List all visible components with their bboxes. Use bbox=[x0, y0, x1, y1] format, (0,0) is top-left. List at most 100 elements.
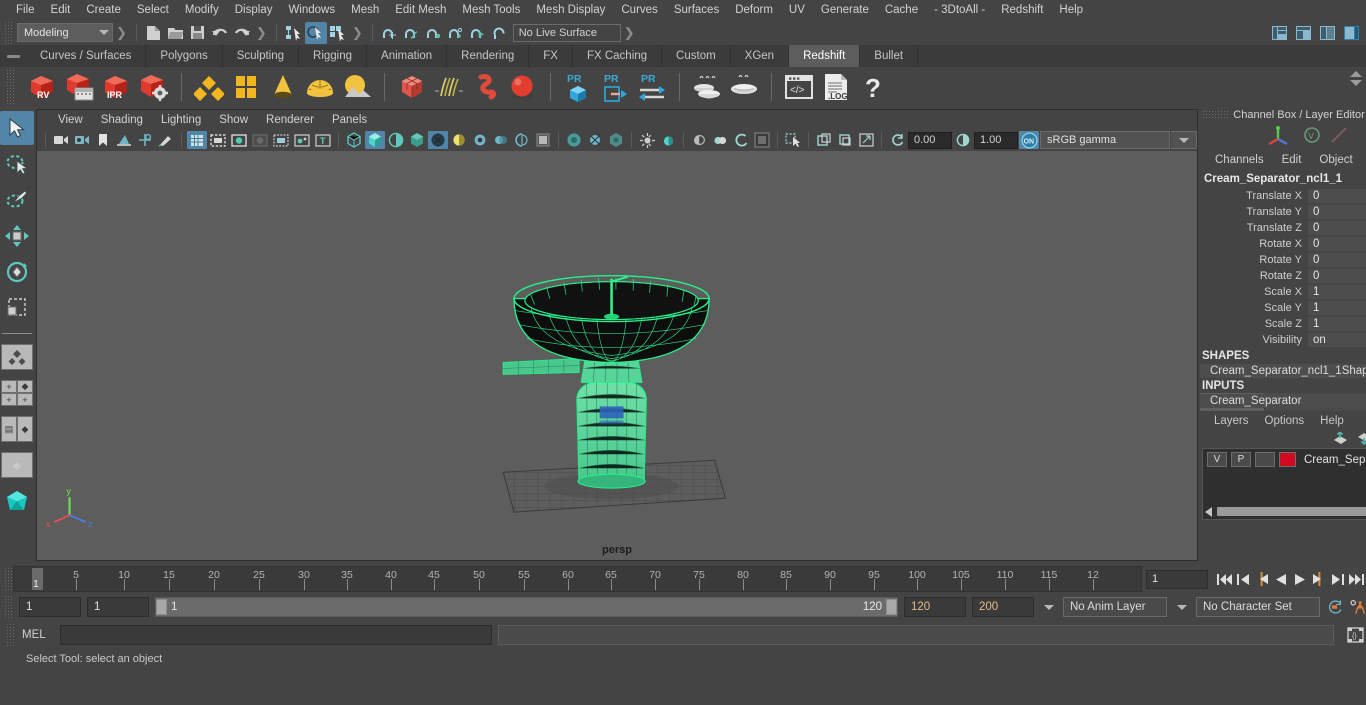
channel-row-translate-y[interactable]: Translate Y 0 bbox=[1200, 204, 1366, 220]
redshift-proxy-icon[interactable] bbox=[395, 70, 429, 104]
range-slider-right-handle[interactable] bbox=[886, 599, 897, 615]
smooth-shade-icon[interactable] bbox=[365, 131, 385, 149]
color-management-toggle-icon[interactable]: ON bbox=[1019, 131, 1039, 149]
select-by-object-icon[interactable] bbox=[304, 21, 327, 44]
channel-row-translate-x[interactable]: Translate X 0 bbox=[1200, 188, 1366, 204]
layer-name-label[interactable]: Cream_Separator bbox=[1300, 454, 1366, 466]
layer-menu-layers[interactable]: Layers bbox=[1206, 415, 1257, 427]
redshift-render-settings-icon[interactable] bbox=[137, 70, 171, 104]
resolution-gate-icon[interactable] bbox=[229, 131, 249, 149]
shadows-icon[interactable] bbox=[449, 131, 469, 149]
range-bar-grip[interactable] bbox=[4, 596, 13, 618]
camera-attributes-icon[interactable] bbox=[72, 131, 92, 149]
layer-color-swatch[interactable] bbox=[1279, 452, 1296, 467]
step-back-frame-icon[interactable] bbox=[1233, 569, 1252, 589]
current-frame-field[interactable]: 1 bbox=[1146, 569, 1208, 589]
redshift-help-icon[interactable]: ? bbox=[856, 70, 890, 104]
layer-list-horizontal-scrollbar[interactable] bbox=[1205, 506, 1366, 517]
viewport-menu-shading[interactable]: Shading bbox=[92, 114, 152, 126]
snap-to-grid-icon[interactable] bbox=[379, 22, 401, 44]
redshift-light-cone-icon[interactable] bbox=[266, 70, 300, 104]
viewport-menu-panels[interactable]: Panels bbox=[323, 114, 376, 126]
motion-blur-icon[interactable] bbox=[491, 131, 511, 149]
bookmark-icon[interactable] bbox=[93, 131, 113, 149]
wireframe-icon[interactable] bbox=[344, 131, 364, 149]
redshift-volume-icon[interactable] bbox=[469, 70, 503, 104]
channel-value-field[interactable]: 1 bbox=[1308, 300, 1366, 316]
redshift-ipr-icon[interactable]: IPR bbox=[100, 70, 134, 104]
menu-set-selector[interactable]: Modeling bbox=[17, 23, 113, 42]
menu-deform[interactable]: Deform bbox=[727, 0, 781, 20]
channel-menu-edit[interactable]: Edit bbox=[1273, 154, 1311, 166]
grid-icon[interactable] bbox=[187, 131, 207, 149]
shelf-tab-sculpting[interactable]: Sculpting bbox=[222, 45, 300, 67]
update-snapshot-icon[interactable] bbox=[835, 131, 855, 149]
time-slider[interactable]: 1 5 10 15 20 25 30 35 40 45 50 55 60 65 … bbox=[13, 566, 1142, 592]
shelf-scroll-arrows[interactable] bbox=[1350, 71, 1362, 86]
film-gate-icon[interactable] bbox=[208, 131, 228, 149]
channel-value-field[interactable]: 1 bbox=[1308, 284, 1366, 300]
layer-playback-toggle[interactable]: P bbox=[1231, 452, 1251, 467]
redo-icon[interactable] bbox=[231, 22, 253, 44]
viewport-menu-renderer[interactable]: Renderer bbox=[257, 114, 323, 126]
shadow-pass-icon[interactable] bbox=[689, 131, 709, 149]
auto-key-icon[interactable] bbox=[1326, 597, 1343, 617]
playback-end-time-field[interactable]: 120 bbox=[904, 597, 966, 617]
select-camera-icon[interactable] bbox=[51, 131, 71, 149]
redshift-hair-icon[interactable] bbox=[432, 70, 466, 104]
redshift-pr-object-icon[interactable]: PR bbox=[561, 70, 595, 104]
select-by-hierarchy-icon[interactable] bbox=[283, 22, 305, 44]
single-perspective-layout[interactable] bbox=[0, 340, 34, 374]
go-to-end-icon[interactable] bbox=[1347, 569, 1366, 589]
menu-cache[interactable]: Cache bbox=[877, 0, 926, 20]
scrollbar-thumb[interactable] bbox=[1217, 507, 1366, 516]
layer-menu-help[interactable]: Help bbox=[1312, 415, 1352, 427]
layer-menu-options[interactable]: Options bbox=[1257, 415, 1313, 427]
animation-preferences-icon[interactable] bbox=[1349, 597, 1366, 617]
command-line-grip[interactable] bbox=[6, 624, 15, 646]
move-tool[interactable] bbox=[0, 219, 34, 253]
live-surface-field[interactable]: No Live Surface bbox=[512, 23, 621, 42]
shelf-tab-fx-caching[interactable]: FX Caching bbox=[572, 45, 663, 67]
image-plane-icon[interactable] bbox=[114, 131, 134, 149]
channel-value-field[interactable]: 0 bbox=[1308, 252, 1366, 268]
lighting-settings-icon[interactable] bbox=[637, 131, 657, 149]
script-editor-icon[interactable]: {} bbox=[1344, 624, 1366, 646]
menu-edit-mesh[interactable]: Edit Mesh bbox=[387, 0, 454, 20]
menu-mesh[interactable]: Mesh bbox=[343, 0, 387, 20]
menu-redshift[interactable]: Redshift bbox=[993, 0, 1051, 20]
anim-layer-dropdown-icon[interactable] bbox=[1040, 597, 1057, 617]
playback-start-time-field[interactable]: 1 bbox=[87, 597, 149, 617]
film-origin-icon[interactable] bbox=[271, 131, 291, 149]
isolate-select-icon[interactable] bbox=[533, 131, 553, 149]
redshift-render-view-icon[interactable]: RV bbox=[26, 70, 60, 104]
status-section-collapse-3[interactable]: ❯ bbox=[349, 25, 366, 41]
new-scene-icon[interactable] bbox=[143, 22, 165, 44]
redshift-sphere-icon[interactable] bbox=[506, 70, 540, 104]
character-set-dropdown-icon[interactable] bbox=[1173, 597, 1190, 617]
grease-pencil-icon[interactable] bbox=[156, 131, 176, 149]
textured-icon[interactable] bbox=[407, 131, 427, 149]
menu-curves[interactable]: Curves bbox=[613, 0, 665, 20]
viewport-menu-view[interactable]: View bbox=[49, 114, 92, 126]
rotate-tool[interactable] bbox=[0, 255, 34, 289]
select-by-component-icon[interactable] bbox=[327, 22, 349, 44]
menu-generate[interactable]: Generate bbox=[813, 0, 877, 20]
shelf-tab-rigging[interactable]: Rigging bbox=[299, 45, 368, 67]
shelf-scroll-up-icon[interactable] bbox=[1350, 71, 1362, 77]
animation-start-time-field[interactable]: 1 bbox=[19, 597, 81, 617]
gate-mask-toggle-icon[interactable] bbox=[752, 131, 772, 149]
outliner-persp-layout[interactable]: ▤ ◆ bbox=[0, 412, 34, 446]
viewport-canvas[interactable]: y z x persp bbox=[37, 151, 1197, 560]
scale-tool[interactable] bbox=[0, 291, 34, 325]
hud-text-icon[interactable]: T bbox=[313, 131, 333, 149]
redshift-bake-set-icon[interactable] bbox=[727, 70, 761, 104]
move-layer-up-icon[interactable] bbox=[1333, 432, 1348, 445]
redshift-render-sequence-icon[interactable] bbox=[63, 70, 97, 104]
range-slider[interactable]: 1 120 bbox=[155, 597, 898, 617]
viewport-menu-show[interactable]: Show bbox=[210, 114, 257, 126]
redshift-log-icon[interactable]: .LOG bbox=[819, 70, 853, 104]
viewport-select-region-icon[interactable] bbox=[783, 131, 803, 149]
snap-to-view-plane-icon[interactable] bbox=[467, 22, 489, 44]
shelf-tab-curves-surfaces[interactable]: Curves / Surfaces bbox=[26, 45, 147, 67]
